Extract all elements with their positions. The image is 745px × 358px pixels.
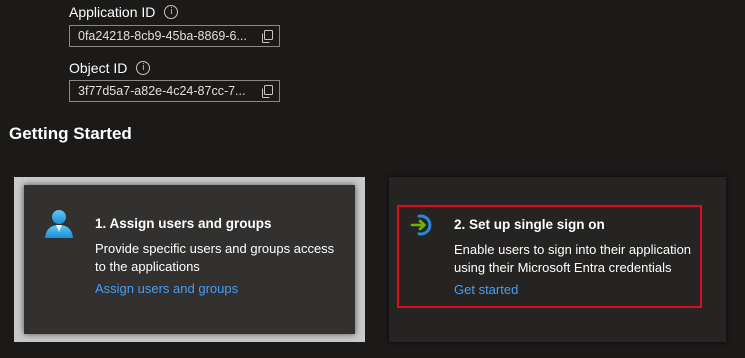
info-icon[interactable]: i [136, 61, 151, 75]
object-id-label-row: Object ID i [69, 60, 151, 76]
card-description-line: Provide specific users and groups access [95, 241, 335, 256]
object-id-label: Object ID [69, 60, 128, 76]
assign-users-link[interactable]: Assign users and groups [95, 281, 238, 296]
assign-users-card-body: 1. Assign users and groups Provide speci… [24, 185, 355, 334]
application-id-label-row: Application ID i [69, 4, 179, 20]
highlight-box [397, 205, 702, 308]
copy-icon[interactable] [255, 26, 279, 46]
app-overview-page: Application ID i 0fa24218-8cb9-45ba-8869… [0, 0, 745, 358]
section-title: Getting Started [9, 124, 132, 143]
application-id-value: 0fa24218-8cb9-45ba-8869-6... [78, 29, 247, 43]
application-id-field[interactable]: 0fa24218-8cb9-45ba-8869-6... [69, 25, 280, 47]
assign-users-card: 1. Assign users and groups Provide speci… [14, 177, 365, 342]
card-title: 1. Assign users and groups [95, 216, 272, 231]
card-description-line: to the applications [95, 259, 200, 274]
user-icon [43, 208, 75, 245]
object-id-field[interactable]: 3f77d5a7-a82e-4c24-87cc-7... [69, 80, 280, 102]
application-id-label: Application ID [69, 4, 156, 20]
object-id-value: 3f77d5a7-a82e-4c24-87cc-7... [78, 84, 246, 98]
copy-icon[interactable] [255, 81, 279, 101]
info-icon[interactable]: i [164, 5, 179, 19]
card-description: Provide specific users and groups access… [95, 240, 334, 276]
